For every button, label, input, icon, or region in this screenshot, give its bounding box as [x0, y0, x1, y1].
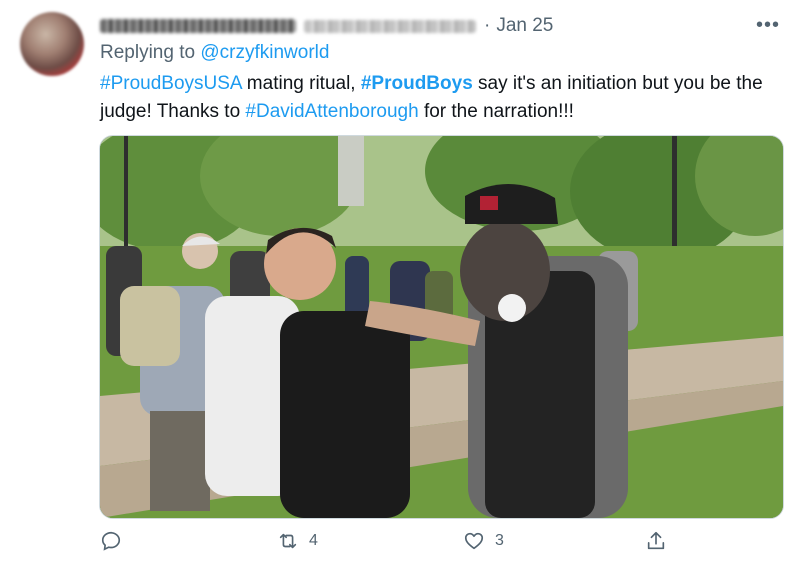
- tweet-text-part: mating ritual,: [241, 73, 361, 94]
- tweet-actions: 4 3: [100, 530, 720, 560]
- hashtag-davidattenborough[interactable]: #DavidAttenborough: [245, 101, 418, 122]
- reply-icon: [101, 531, 121, 551]
- share-button[interactable]: [645, 530, 677, 552]
- retweet-icon: [279, 533, 297, 549]
- replying-to-handle[interactable]: @crzyfkinworld: [200, 42, 329, 63]
- hashtag-proudboys[interactable]: #ProudBoys: [361, 73, 473, 94]
- avatar[interactable]: [20, 12, 84, 76]
- retweet-button[interactable]: 4: [277, 530, 318, 552]
- reply-button[interactable]: [100, 530, 132, 552]
- park-scene-photo: [100, 136, 783, 518]
- display-name-redacted[interactable]: [100, 19, 296, 33]
- replying-to-label: Replying to: [100, 42, 196, 63]
- tweet-text: #ProudBoysUSA mating ritual, #ProudBoys …: [100, 70, 780, 126]
- tweet-header: · Jan 25: [100, 12, 553, 40]
- retweet-count: 4: [309, 532, 318, 549]
- tweet-date[interactable]: Jan 25: [496, 15, 553, 37]
- username-redacted[interactable]: [304, 19, 476, 33]
- replying-to: Replying to @crzyfkinworld: [100, 42, 329, 64]
- tweet-text-part: for the narration!!!: [418, 101, 574, 122]
- separator: ·: [484, 15, 491, 36]
- hashtag-proudboysusa[interactable]: #ProudBoysUSA: [100, 73, 242, 94]
- more-icon[interactable]: •••: [756, 14, 780, 37]
- tweet-media-image[interactable]: [99, 135, 784, 519]
- like-count: 3: [495, 532, 504, 549]
- like-icon: [464, 532, 484, 550]
- like-button[interactable]: 3: [463, 530, 504, 552]
- share-icon: [647, 531, 665, 550]
